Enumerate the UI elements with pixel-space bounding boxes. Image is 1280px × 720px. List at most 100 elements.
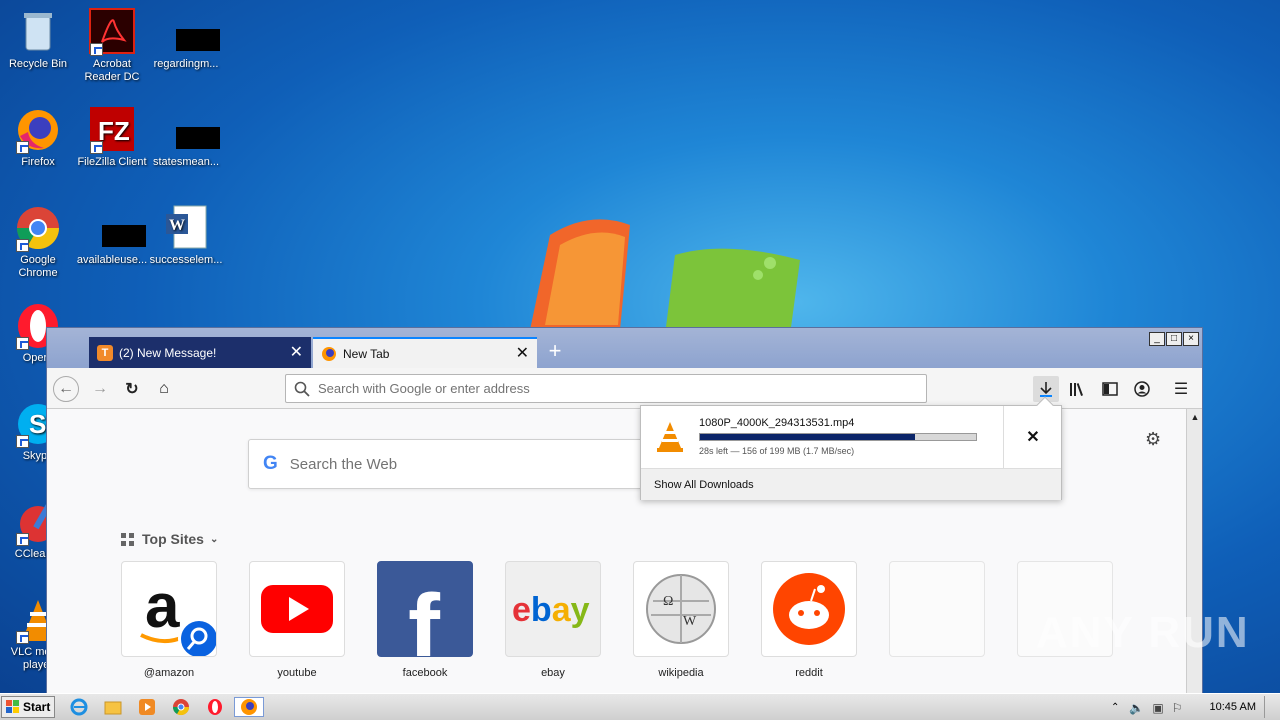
shortcut-arrow-icon [16,435,29,448]
cancel-download-icon[interactable]: ✕ [1003,406,1062,468]
top-site-tile-ebay[interactable]: ebay ebay [505,561,601,679]
svg-text:S: S [29,409,46,439]
svg-text:Ω: Ω [663,594,673,609]
ebay-logo-icon: ebay [505,561,601,657]
start-button[interactable]: Start [1,696,55,718]
action-center-flag-icon[interactable]: ⚐ [1172,701,1183,715]
top-site-tile-facebook[interactable]: f facebook [377,561,473,679]
redacted-file-icon [162,8,220,56]
taskbar-explorer-icon[interactable] [102,697,124,717]
top-site-tile-reddit[interactable]: reddit [761,561,857,679]
svg-text:W: W [683,614,697,629]
filezilla-icon: FZ [88,106,136,154]
minimize-button[interactable]: _ [1149,332,1165,346]
sidebar-icon[interactable] [1097,376,1123,402]
download-item[interactable]: 1080P_4000K_294313531.mp4 28s left — 156… [641,406,1003,468]
youtube-logo-icon [249,561,345,657]
reddit-logo-icon [761,561,857,657]
tab-new-tab[interactable]: New Tab ✕ [313,337,537,368]
desktop-icon-statesmean[interactable]: statesmean... [148,106,224,169]
top-site-tile-wikipedia[interactable]: ΩW wikipedia [633,561,729,679]
taskbar-ie-icon[interactable] [68,697,90,717]
tab-favicon-icon: T [97,344,113,361]
tile-label: wikipedia [658,667,704,679]
account-icon[interactable] [1129,376,1155,402]
nav-toolbar: ← → ↻ ⌂ Search with Google or enter addr… [47,368,1202,409]
home-icon[interactable]: ⌂ [151,376,177,402]
taskbar-chrome-icon[interactable] [170,697,192,717]
redacted-file-icon [162,106,220,154]
url-bar-placeholder: Search with Google or enter address [318,381,530,396]
shortcut-arrow-icon [90,43,103,56]
back-arrow-icon[interactable]: ← [53,376,79,402]
close-tab-icon[interactable]: ✕ [516,345,529,362]
hamburger-menu-icon[interactable]: ☰ [1168,376,1194,402]
wikipedia-globe-icon: ΩW [633,561,729,657]
tile-label: ebay [541,667,565,679]
firefox-favicon-icon [321,346,337,362]
show-all-downloads-button[interactable]: Show All Downloads [641,468,1061,500]
desktop-icon-recycle-bin[interactable]: Recycle Bin [0,8,76,71]
top-site-tile-youtube[interactable]: youtube [249,561,345,679]
facebook-logo-icon: f [377,561,473,657]
google-logo-icon: G [263,453,278,474]
desktop-icon-acrobat[interactable]: Acrobat Reader DC [74,8,150,84]
svg-text:f: f [408,575,441,657]
search-icon [294,381,310,397]
desktop-icon-firefox[interactable]: Firefox [0,106,76,169]
tile-label: @amazon [143,667,195,679]
close-window-button[interactable]: × [1183,332,1199,346]
firefox-icon [14,106,62,154]
vlc-file-icon [657,422,683,452]
top-site-tile-empty[interactable] [889,561,985,667]
gear-icon[interactable]: ⚙ [1145,429,1161,450]
clock[interactable]: 10:45 AM [1210,701,1256,713]
top-site-tile-amazon[interactable]: a @amazon [121,561,217,679]
library-icon[interactable] [1065,376,1091,402]
shortcut-arrow-icon [16,337,29,350]
show-hidden-icons-chevron-icon[interactable]: ⌃ [1111,702,1119,713]
volume-icon[interactable]: 🔈 [1129,701,1144,715]
taskbar-firefox-icon[interactable] [234,697,264,717]
tab-new-message[interactable]: T (2) New Message! ✕ [89,337,311,368]
web-search-placeholder: Search the Web [289,455,398,473]
acrobat-icon [88,8,136,56]
taskbar-opera-icon[interactable] [204,697,226,717]
shortcut-arrow-icon [90,141,103,154]
grid-icon [121,532,134,546]
top-sites-heading[interactable]: Top Sites ⌄ [121,531,218,547]
url-bar[interactable]: Search with Google or enter address [285,374,927,403]
close-tab-icon[interactable]: ✕ [290,344,303,361]
scroll-up-icon[interactable]: ▲ [1187,409,1203,425]
chevron-down-icon: ⌄ [209,533,219,545]
desktop-icon-chrome[interactable]: Google Chrome [0,204,76,280]
show-desktop-button[interactable] [1264,696,1280,718]
amazon-logo-icon: a [121,561,217,657]
download-filename: 1080P_4000K_294313531.mp4 [699,417,855,429]
windows-logo [530,219,800,335]
download-progress-bar [699,433,977,441]
forward-arrow-icon[interactable]: → [87,376,113,402]
tab-strip: T (2) New Message! ✕ New Tab ✕ + _ □ × [47,328,1202,368]
tab-label: (2) New Message! [119,345,217,360]
maximize-button[interactable]: □ [1166,332,1182,346]
tab-label: New Tab [343,346,390,361]
network-icon[interactable]: ▣ [1152,701,1163,715]
reload-icon[interactable]: ↻ [119,376,145,402]
desktop-icon-regardingm[interactable]: regardingm... [148,8,224,71]
desktop-icon-filezilla[interactable]: FZ FileZilla Client [74,106,150,169]
desktop-icon-successelem[interactable]: W successelem... [148,204,224,267]
svg-text:a: a [145,572,180,641]
desktop-icon-availableuse[interactable]: availableuse... [74,204,150,267]
shortcut-arrow-icon [16,239,29,252]
recycle-bin-icon [14,8,62,56]
redacted-file-icon [88,204,146,252]
watermark: ANY RUN [1036,608,1250,657]
downloads-panel: 1080P_4000K_294313531.mp4 28s left — 156… [640,396,1062,500]
window-controls: _ □ × [1149,332,1199,346]
tile-label: youtube [277,667,317,679]
taskbar-media-player-icon[interactable] [136,697,158,717]
download-status: 28s left — 156 of 199 MB (1.7 MB/sec) [699,446,855,456]
shortcut-arrow-icon [16,631,29,644]
new-tab-plus-icon[interactable]: + [543,340,567,364]
